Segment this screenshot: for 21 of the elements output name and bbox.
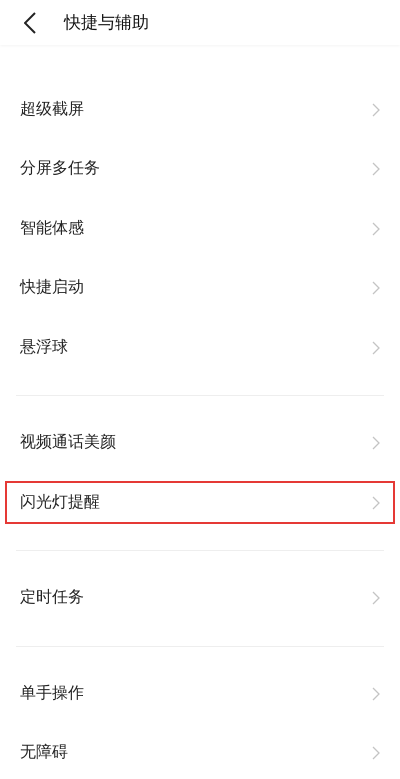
chevron-right-icon [372, 340, 380, 355]
settings-item[interactable]: 快捷启动 [5, 266, 395, 310]
settings-item[interactable]: 闪光灯提醒 [5, 481, 395, 524]
page-title: 快捷与辅助 [64, 12, 149, 34]
chevron-right-icon [372, 591, 380, 606]
chevron-right-icon [372, 496, 380, 510]
settings-item[interactable]: 超级截屏 [5, 88, 395, 132]
chevron-right-icon [372, 222, 380, 236]
settings-item[interactable]: 无障碍 [5, 732, 395, 775]
chevron-right-icon [372, 746, 380, 760]
chevron-right-icon [372, 162, 380, 176]
chevron-right-icon [372, 436, 380, 450]
settings-item[interactable]: 悬浮球 [5, 326, 395, 370]
settings-item[interactable]: 视频通话美颜 [5, 422, 395, 465]
settings-item[interactable]: 单手操作 [5, 672, 395, 716]
chevron-right-icon [372, 281, 380, 296]
settings-item[interactable]: 分屏多任务 [5, 148, 395, 191]
settings-item[interactable]: 定时任务 [5, 576, 395, 620]
settings-item[interactable]: 智能体感 [5, 207, 395, 250]
chevron-right-icon [372, 686, 380, 701]
chevron-right-icon [372, 102, 380, 117]
